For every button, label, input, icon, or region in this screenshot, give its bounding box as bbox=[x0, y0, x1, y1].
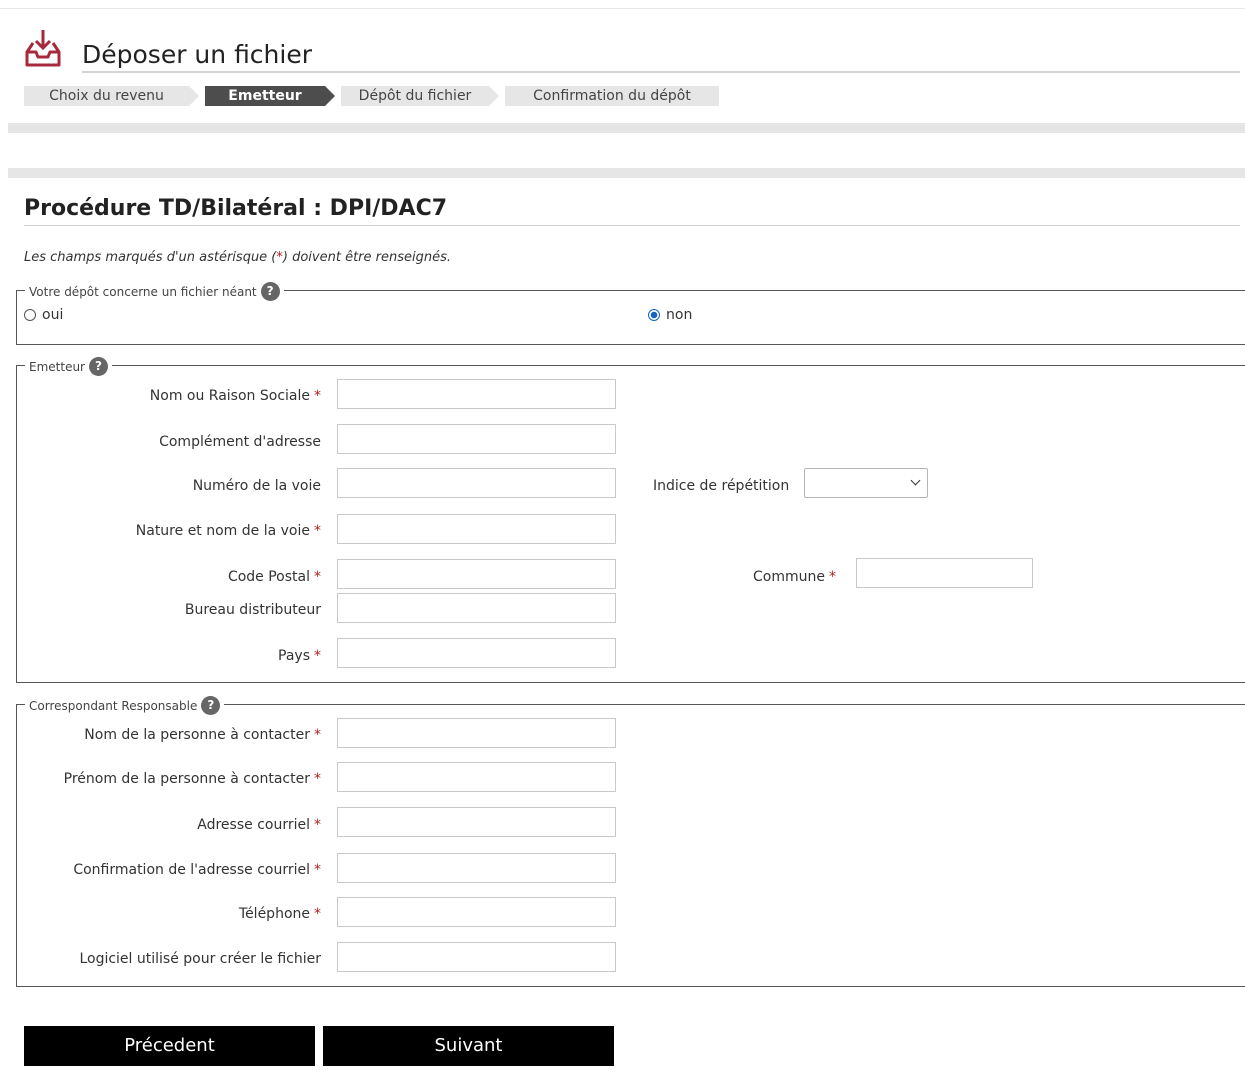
radio-non[interactable]: non bbox=[648, 307, 692, 323]
step-choix-revenu[interactable]: Choix du revenu bbox=[24, 86, 189, 106]
emetteur-fieldset: Emetteur ? Nom ou Raison Sociale * Complé… bbox=[16, 357, 1245, 683]
logiciel-label: Logiciel utilisé pour créer le fichier bbox=[79, 951, 321, 967]
previous-button[interactable]: Précedent bbox=[24, 1026, 315, 1066]
pays-label: Pays * bbox=[278, 648, 321, 664]
nature-nom-voie-label: Nature et nom de la voie * bbox=[135, 523, 321, 539]
contact-prenom-label: Prénom de la personne à contacter * bbox=[63, 771, 321, 787]
bureau-distributeur-label: Bureau distributeur bbox=[184, 602, 321, 618]
correspondant-fieldset: Correspondant Responsable ? Nom de la pe… bbox=[16, 696, 1245, 987]
numero-voie-label: Numéro de la voie bbox=[192, 478, 321, 494]
bureau-distributeur-input[interactable] bbox=[337, 593, 616, 623]
pays-input[interactable] bbox=[337, 638, 616, 668]
commune-label: Commune * bbox=[753, 569, 836, 585]
step-confirmation-depot[interactable]: Confirmation du dépôt bbox=[505, 86, 719, 106]
step-depot-fichier[interactable]: Dépôt du fichier bbox=[341, 86, 489, 106]
step-emetteur[interactable]: Emetteur bbox=[205, 86, 325, 106]
email-confirm-input[interactable] bbox=[337, 853, 616, 883]
help-icon[interactable]: ? bbox=[260, 282, 280, 301]
next-button[interactable]: Suivant bbox=[323, 1026, 614, 1066]
code-postal-input[interactable] bbox=[337, 559, 616, 589]
indice-repetition-label: Indice de répétition bbox=[653, 478, 790, 494]
commune-input[interactable] bbox=[856, 558, 1033, 588]
contact-nom-input[interactable] bbox=[337, 718, 616, 748]
indice-repetition-select[interactable] bbox=[804, 468, 928, 498]
correspondant-legend: Correspondant Responsable ? bbox=[25, 696, 225, 715]
help-icon[interactable]: ? bbox=[201, 696, 221, 715]
step-separator bbox=[325, 86, 335, 106]
section-underline bbox=[24, 225, 1240, 226]
email-confirm-label: Confirmation de l'adresse courriel * bbox=[73, 862, 321, 878]
page-title: Déposer un fichier bbox=[82, 40, 313, 69]
code-postal-label: Code Postal * bbox=[227, 569, 321, 585]
radio-oui-input[interactable] bbox=[24, 309, 36, 321]
logiciel-input[interactable] bbox=[337, 942, 616, 972]
emetteur-legend: Emetteur ? bbox=[25, 357, 112, 376]
contact-nom-label: Nom de la personne à contacter * bbox=[84, 727, 321, 743]
complement-adresse-input[interactable] bbox=[337, 424, 616, 454]
telephone-label: Téléphone * bbox=[238, 906, 321, 922]
step-separator bbox=[189, 86, 199, 106]
radio-non-input[interactable] bbox=[648, 309, 660, 321]
title-underline bbox=[82, 71, 1240, 73]
separator-band bbox=[8, 123, 1245, 133]
contact-prenom-input[interactable] bbox=[337, 762, 616, 792]
section-title: Procédure TD/Bilatéral : DPI/DAC7 bbox=[24, 196, 448, 221]
neant-legend: Votre dépôt concerne un fichier néant ? bbox=[25, 282, 284, 301]
telephone-input[interactable] bbox=[337, 897, 616, 927]
required-notice: Les champs marqués d'un astérisque (*) d… bbox=[24, 250, 452, 265]
radio-oui[interactable]: oui bbox=[24, 307, 63, 323]
nom-raison-sociale-input[interactable] bbox=[337, 379, 616, 409]
email-input[interactable] bbox=[337, 807, 616, 837]
separator-band bbox=[8, 168, 1245, 178]
nature-nom-voie-input[interactable] bbox=[337, 514, 616, 544]
numero-voie-input[interactable] bbox=[337, 468, 616, 498]
chevron-down-icon bbox=[910, 475, 921, 486]
email-label: Adresse courriel * bbox=[197, 817, 321, 833]
neant-fieldset: Votre dépôt concerne un fichier néant ? … bbox=[16, 282, 1245, 345]
help-icon[interactable]: ? bbox=[89, 357, 108, 376]
complement-adresse-label: Complément d'adresse bbox=[159, 434, 321, 450]
step-separator bbox=[489, 86, 499, 106]
nom-raison-sociale-label: Nom ou Raison Sociale * bbox=[149, 388, 321, 404]
top-divider bbox=[0, 8, 1245, 9]
inbox-download-icon bbox=[25, 30, 61, 67]
